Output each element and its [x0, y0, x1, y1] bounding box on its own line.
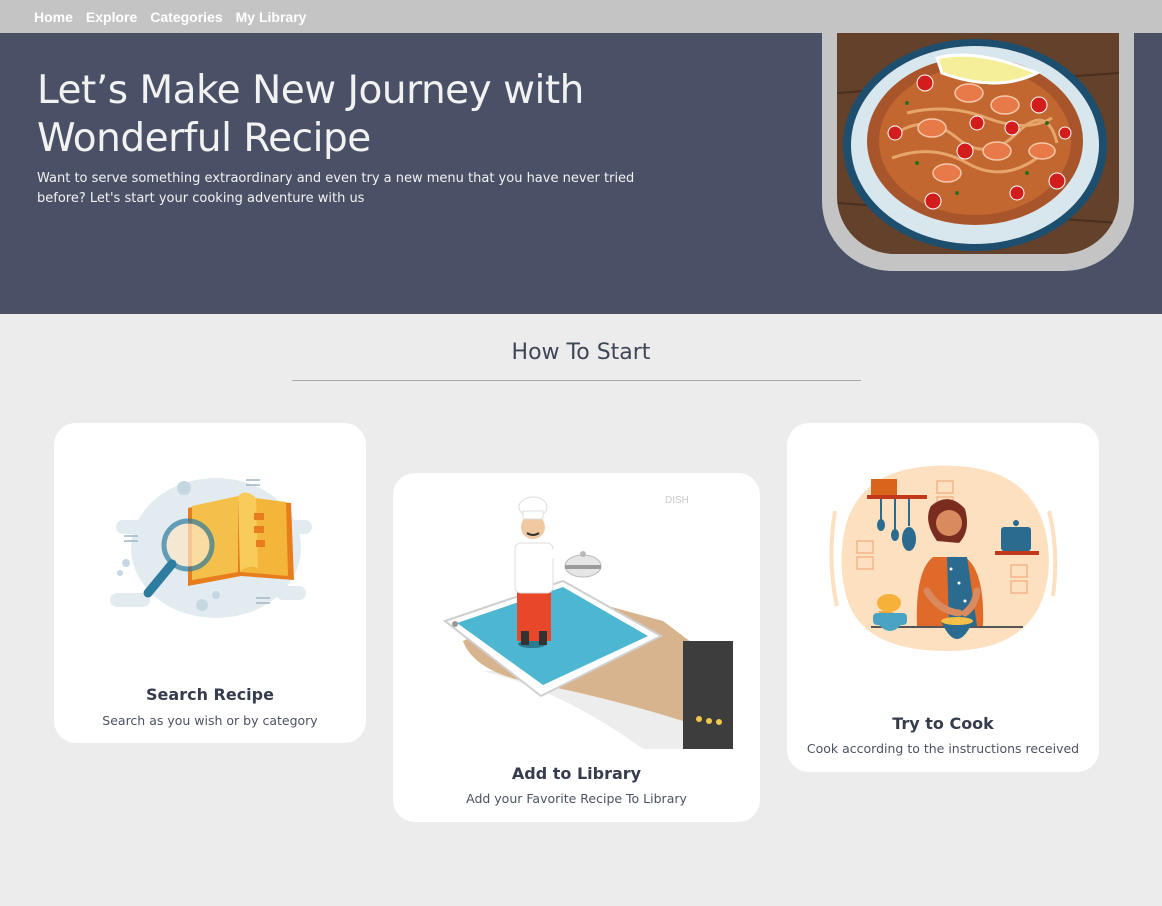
hero-title-line2: Wonderful Recipe: [37, 116, 371, 161]
nav-explore[interactable]: Explore: [86, 9, 137, 25]
step-description: Search as you wish or by category: [102, 713, 318, 728]
hero-banner: Let’s Make New Journey with Wonderful Re…: [0, 33, 1162, 314]
step-card-try-to-cook[interactable]: Try to Cook Cook according to the instru…: [787, 423, 1099, 772]
hero-title: Let’s Make New Journey with Wonderful Re…: [37, 67, 637, 163]
dish-label: DISH: [665, 495, 689, 506]
woman-cooking-illustration: [827, 461, 1059, 661]
nav-categories[interactable]: Categories: [150, 9, 222, 25]
nav-my-library[interactable]: My Library: [236, 9, 307, 25]
pasta-dish-photo: [837, 33, 1119, 254]
step-title: Search Recipe: [146, 685, 274, 704]
step-card-search-recipe[interactable]: Search Recipe Search as you wish or by c…: [54, 423, 366, 743]
search-book-illustration: [106, 468, 316, 623]
hero-title-line1: Let’s Make New Journey with: [37, 68, 584, 113]
how-to-start-heading: How To Start: [511, 340, 651, 365]
section-divider: [292, 380, 861, 381]
hero-description: Want to serve something extraordinary an…: [37, 171, 635, 206]
chef-phone-illustration: DISH: [442, 491, 733, 751]
nav-home[interactable]: Home: [34, 9, 73, 25]
step-card-add-to-library[interactable]: DISH Add to Library Add your Favorite Re…: [393, 473, 760, 822]
step-description: Add your Favorite Recipe To Library: [466, 791, 687, 806]
step-title: Add to Library: [511, 764, 642, 783]
step-title: Try to Cook: [892, 714, 994, 733]
hero-image-frame: [822, 33, 1134, 271]
step-description: Cook according to the instructions recei…: [806, 741, 1080, 756]
top-navigation: Home Explore Categories My Library: [0, 0, 1162, 33]
